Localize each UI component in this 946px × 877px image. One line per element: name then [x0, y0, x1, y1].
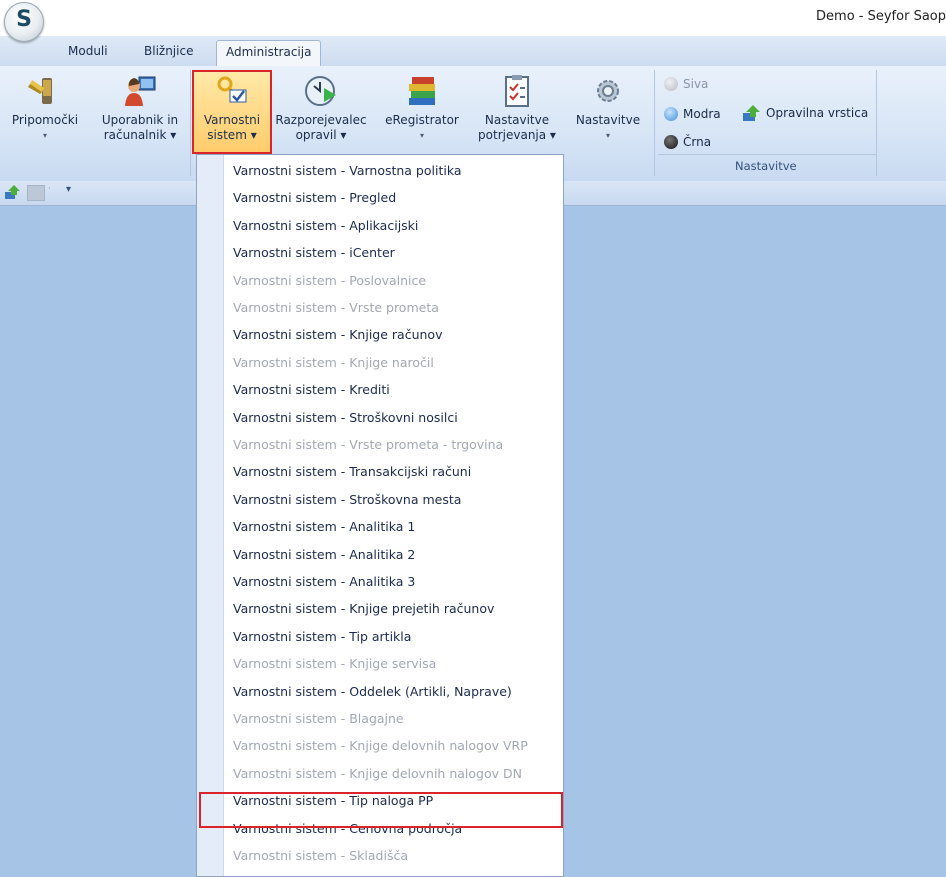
theme-modra-radio-icon[interactable] [664, 107, 678, 121]
gear-icon [591, 74, 625, 108]
uporabnik-label-line2: računalnik ▾ [103, 128, 177, 142]
user-computer-icon [123, 74, 157, 108]
menu-item[interactable]: Varnostni sistem - Stroškovni nosilci [233, 410, 458, 425]
razporejevalec-label: Razporejevalec [275, 113, 367, 127]
window-title: Demo - Seyfor Saop [816, 9, 946, 24]
uporabnik-label: Uporabnik in [101, 113, 179, 127]
potrjevanja-label-line2: potrjevanja ▾ [478, 128, 556, 142]
menu-item: Varnostni sistem - Vrste prometa [233, 300, 439, 315]
tools-icon [28, 74, 62, 108]
security-keys-icon [215, 74, 249, 108]
menu-item: Varnostni sistem - Knjige servisa [233, 656, 437, 672]
title-bar [0, 0, 946, 36]
eregistrator-button[interactable]: eRegistrator ▾ [376, 74, 468, 143]
taskbar-up-icon[interactable] [742, 104, 762, 122]
pripomocki-button[interactable]: Pripomočki ▾ [8, 74, 82, 143]
varnostni-label: Varnostni [203, 113, 261, 127]
tab-moduli[interactable]: Moduli [68, 44, 108, 58]
menu-item[interactable]: Varnostni sistem - Pregled [233, 190, 396, 205]
menu-item[interactable]: Varnostni sistem - Varnostna politika [233, 163, 462, 178]
razporejevalec-opravil-button[interactable]: Razporejevalec opravil ▾ [275, 74, 367, 143]
theme-siva-radio-icon[interactable] [664, 77, 678, 91]
menu-item[interactable]: Varnostni sistem - iCenter [233, 245, 395, 260]
quick-separator-icon: · [48, 184, 51, 194]
menu-item[interactable]: Varnostni sistem - Stroškovna mesta [233, 492, 461, 507]
tab-administracija[interactable]: Administracija [216, 40, 322, 66]
scheduler-clock-icon [304, 74, 338, 108]
menu-item[interactable]: Varnostni sistem - Aplikacijski [233, 218, 418, 233]
menu-item[interactable]: Varnostni sistem - Knjige računov [233, 327, 442, 342]
eregistrator-dropdown-arrow: ▾ [419, 131, 424, 140]
app-logo-icon[interactable]: S [4, 2, 44, 42]
menu-icon-gutter [197, 155, 224, 876]
theme-siva-label[interactable]: Siva [683, 77, 708, 91]
menu-item[interactable]: Varnostni sistem - Knjige prejetih račun… [233, 601, 494, 616]
menu-item: Varnostni sistem - Knjige naročil [233, 354, 434, 370]
menu-item: Varnostni sistem - Blagajne [233, 711, 404, 726]
checklist-icon [500, 74, 534, 108]
nastavitve-label: Nastavitve [575, 113, 641, 127]
varnostni-sistem-button-active[interactable]: Varnostni sistem ▾ [194, 74, 270, 143]
razporejevalec-label-line2: opravil ▾ [295, 128, 347, 142]
theme-crna-label[interactable]: Črna [683, 135, 711, 149]
uporabnik-racunalnik-button[interactable]: Uporabnik in računalnik ▾ [92, 74, 188, 143]
potrjevanja-label: Nastavitve [484, 113, 550, 127]
opravilna-vrstica-button[interactable]: Opravilna vrstica [766, 106, 868, 120]
menu-item[interactable]: Varnostni sistem - Analitika 2 [233, 547, 415, 562]
menu-item: Varnostni sistem - Vrste prometa - trgov… [233, 437, 504, 452]
varnostni-sistem-menu: Varnostni sistem - Varnostna politika Var… [196, 154, 564, 877]
theme-crna-radio-icon[interactable] [664, 135, 678, 149]
eregistrator-label: eRegistrator [385, 113, 459, 127]
highlight-tip-naloga-pp [199, 792, 563, 828]
nastavitve-button[interactable]: Nastavitve ▾ [568, 74, 648, 143]
tab-bliznjice[interactable]: Bližnjice [144, 44, 193, 58]
quick-window-icon[interactable] [27, 185, 45, 201]
menu-item[interactable]: Varnostni sistem - Oddelek (Artikli, Nap… [233, 684, 512, 699]
group-divider [658, 154, 876, 155]
pripomocki-label: Pripomočki [11, 113, 79, 127]
quick-upload-icon[interactable] [4, 184, 22, 200]
ribbon-tab-row: Moduli Bližnjice Administracija [0, 36, 946, 67]
menu-item: Varnostni sistem - Poslovalnice [233, 272, 427, 288]
app-logo-letter: S [16, 7, 32, 32]
menu-item[interactable]: Varnostni sistem - Analitika 1 [233, 519, 415, 534]
quick-customize-arrow-icon[interactable]: ▾ [66, 184, 71, 195]
menu-item[interactable]: Varnostni sistem - Transakcijski računi [233, 464, 471, 479]
theme-modra-label[interactable]: Modra [683, 107, 721, 121]
menu-item[interactable]: Varnostni sistem - Tip artikla [233, 629, 411, 644]
ribbon-separator [876, 70, 877, 176]
books-icon [405, 74, 439, 108]
pripomocki-dropdown-arrow: ▾ [42, 131, 47, 140]
menu-item[interactable]: Varnostni sistem - Analitika 3 [233, 574, 415, 589]
nastavitve-dropdown-arrow: ▾ [605, 131, 610, 140]
group-label-nastavitve: Nastavitve [735, 159, 797, 173]
varnostni-label-line2: sistem ▾ [207, 128, 257, 142]
menu-item: Varnostni sistem - Knjige delovnih nalog… [233, 765, 522, 781]
ribbon-separator [190, 70, 191, 176]
menu-item: Varnostni sistem - Knjige delovnih nalog… [233, 738, 528, 754]
menu-item: Varnostni sistem - Skladišča [233, 848, 408, 863]
menu-item[interactable]: Varnostni sistem - Krediti [233, 382, 390, 397]
ribbon-separator [654, 70, 655, 176]
nastavitve-potrjevanja-button[interactable]: Nastavitve potrjevanja ▾ [472, 74, 562, 143]
